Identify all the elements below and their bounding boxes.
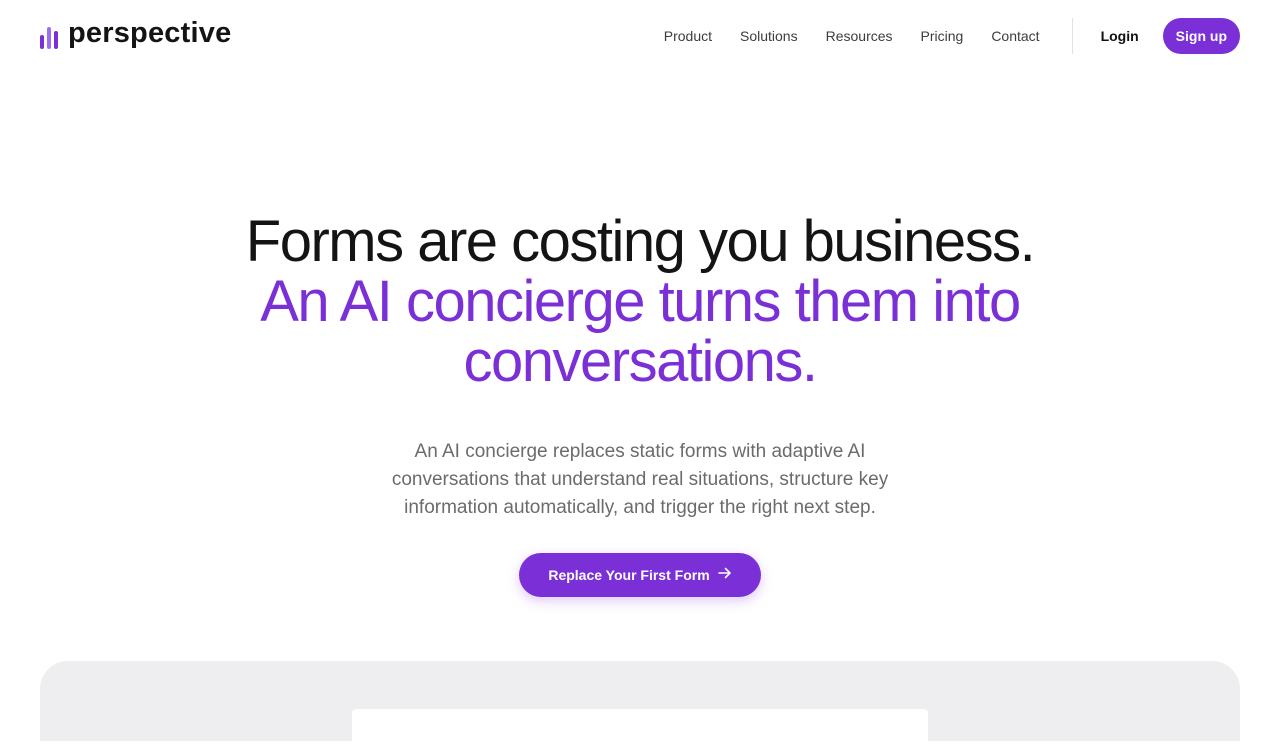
hero-line-1: Forms are costing you business. xyxy=(245,209,1036,274)
nav-link-solutions[interactable]: Solutions xyxy=(740,28,798,44)
nav-links: Product Solutions Resources Pricing Cont… xyxy=(664,28,1040,44)
bars-logo-icon xyxy=(40,23,58,49)
hero-line-3: conversations. xyxy=(463,329,818,394)
product-showcase xyxy=(40,661,1240,749)
hero-subtitle: An AI concierge replaces static forms wi… xyxy=(391,441,889,518)
nav-right: Product Solutions Resources Pricing Cont… xyxy=(664,18,1240,54)
nav-link-resources[interactable]: Resources xyxy=(826,28,893,44)
arrow-right-icon xyxy=(717,567,732,583)
signup-button[interactable]: Sign up xyxy=(1162,18,1240,54)
brand-logo[interactable]: perspective xyxy=(40,16,232,53)
cta-label: Replace Your First Form xyxy=(548,567,710,583)
hero-line-2: An AI concierge turns them into xyxy=(260,269,1021,334)
top-nav: perspective Product Solutions Resources … xyxy=(0,0,1280,72)
login-link[interactable]: Login xyxy=(1101,28,1139,44)
nav-link-pricing[interactable]: Pricing xyxy=(921,28,964,44)
replace-form-button[interactable]: Replace Your First Form xyxy=(519,553,761,597)
hero-heading: Forms are costing you business. An AI co… xyxy=(0,212,1280,392)
nav-link-product[interactable]: Product xyxy=(664,28,712,44)
nav-link-contact[interactable]: Contact xyxy=(991,28,1039,44)
showcase-card xyxy=(352,709,928,749)
nav-divider xyxy=(1071,18,1073,54)
brand-name: perspective xyxy=(68,16,232,49)
